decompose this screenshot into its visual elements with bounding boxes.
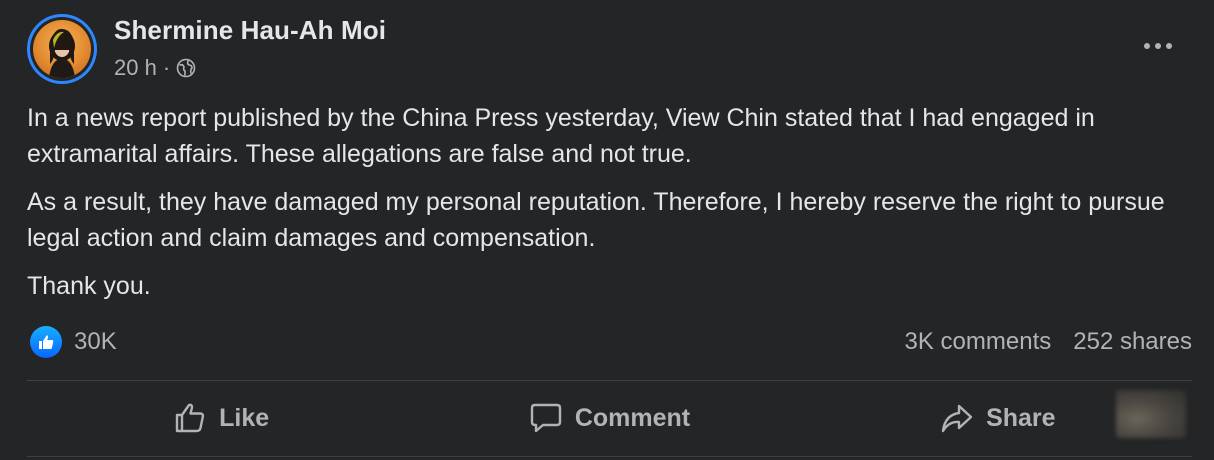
globe-icon[interactable] <box>176 58 196 78</box>
blurred-avatar-thumbnail[interactable] <box>1116 390 1186 438</box>
comment-label: Comment <box>574 403 691 432</box>
dot-icon <box>1144 43 1150 49</box>
action-bar: Like Comment Share <box>27 382 1192 454</box>
thumbs-up-icon <box>175 403 205 433</box>
shares-count[interactable]: 252 shares <box>1073 328 1192 356</box>
post-paragraph: As a result, they have damaged my person… <box>27 188 1165 252</box>
dot-icon <box>1166 43 1172 49</box>
like-button[interactable]: Like <box>27 382 415 454</box>
post-paragraph: In a news report published by the China … <box>27 104 1095 168</box>
avatar[interactable] <box>27 14 97 84</box>
comments-count[interactable]: 3K comments <box>905 328 1052 356</box>
divider <box>27 456 1192 457</box>
post-paragraph: Thank you. <box>27 272 151 300</box>
post-meta: 20 h · <box>114 55 196 81</box>
meta-separator: · <box>162 55 171 80</box>
like-reaction-icon <box>30 326 62 358</box>
like-label: Like <box>219 403 270 432</box>
author-name[interactable]: Shermine Hau-Ah Moi <box>114 15 386 46</box>
facebook-post: Shermine Hau-Ah Moi 20 h · In a news rep… <box>0 0 1214 460</box>
reactions-summary[interactable]: 30K <box>30 326 117 358</box>
more-options-button[interactable] <box>1138 34 1178 58</box>
reaction-count: 30K <box>74 328 117 355</box>
engagement-stats: 3K comments 252 shares <box>905 328 1192 356</box>
share-arrow-icon <box>941 404 973 433</box>
post-time[interactable]: 20 h <box>114 55 157 81</box>
comment-button[interactable]: Comment <box>415 382 803 454</box>
post-body: In a news report published by the China … <box>27 100 1192 316</box>
comment-icon <box>530 403 562 433</box>
dot-icon <box>1155 43 1161 49</box>
avatar-photo <box>33 20 91 78</box>
share-label: Share <box>986 403 1056 432</box>
divider <box>27 380 1192 381</box>
